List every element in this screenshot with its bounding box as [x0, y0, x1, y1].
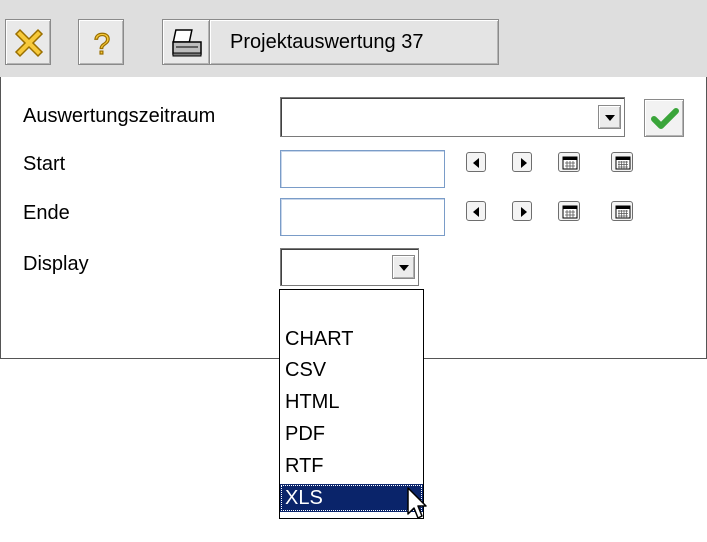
start-label: Start — [23, 153, 66, 175]
help-icon: ? — [93, 27, 111, 61]
calendar-icon — [562, 156, 578, 170]
arrow-right-icon — [521, 207, 527, 217]
end-next-button[interactable] — [512, 201, 532, 221]
chevron-down-icon[interactable] — [598, 105, 621, 129]
end-prev-button[interactable] — [466, 201, 486, 221]
calendar-icon — [615, 205, 631, 219]
close-button[interactable] — [5, 19, 51, 65]
display-select[interactable] — [280, 248, 419, 286]
display-label: Display — [23, 253, 89, 275]
printer-icon — [172, 29, 202, 57]
mouse-cursor-icon — [407, 487, 427, 519]
report-title: Projektauswertung 37 — [230, 31, 424, 53]
start-date-input[interactable] — [280, 150, 445, 188]
start-next-button[interactable] — [512, 152, 532, 172]
option-chart[interactable]: CHART — [280, 325, 423, 353]
calendar-icon — [615, 156, 631, 170]
checkmark-icon — [651, 108, 679, 129]
arrow-right-icon — [521, 158, 527, 168]
option-empty[interactable] — [280, 292, 423, 320]
zeitraum-label: Auswertungszeitraum — [23, 105, 216, 127]
arrow-left-icon — [473, 158, 479, 168]
chevron-down-icon[interactable] — [392, 255, 415, 279]
ende-label: Ende — [23, 202, 70, 224]
close-icon — [14, 28, 44, 58]
start-prev-button[interactable] — [466, 152, 486, 172]
option-pdf[interactable]: PDF — [280, 420, 423, 448]
svg-text:?: ? — [94, 28, 111, 61]
apply-button[interactable] — [644, 99, 684, 137]
toolbar: ? Projektauswertung 37 — [0, 0, 707, 77]
option-csv[interactable]: CSV — [280, 356, 423, 384]
print-button[interactable] — [162, 19, 210, 65]
start-calendar-week-button[interactable] — [611, 152, 633, 172]
end-date-input[interactable] — [280, 198, 445, 236]
end-calendar-week-button[interactable] — [611, 201, 633, 221]
start-calendar-button[interactable] — [558, 152, 580, 172]
end-calendar-button[interactable] — [558, 201, 580, 221]
calendar-icon — [562, 205, 578, 219]
report-title-button[interactable]: Projektauswertung 37 — [209, 19, 499, 65]
zeitraum-select[interactable] — [280, 97, 625, 137]
option-html[interactable]: HTML — [280, 388, 423, 416]
help-button[interactable]: ? — [78, 19, 124, 65]
arrow-left-icon — [473, 207, 479, 217]
option-rtf[interactable]: RTF — [280, 452, 423, 480]
